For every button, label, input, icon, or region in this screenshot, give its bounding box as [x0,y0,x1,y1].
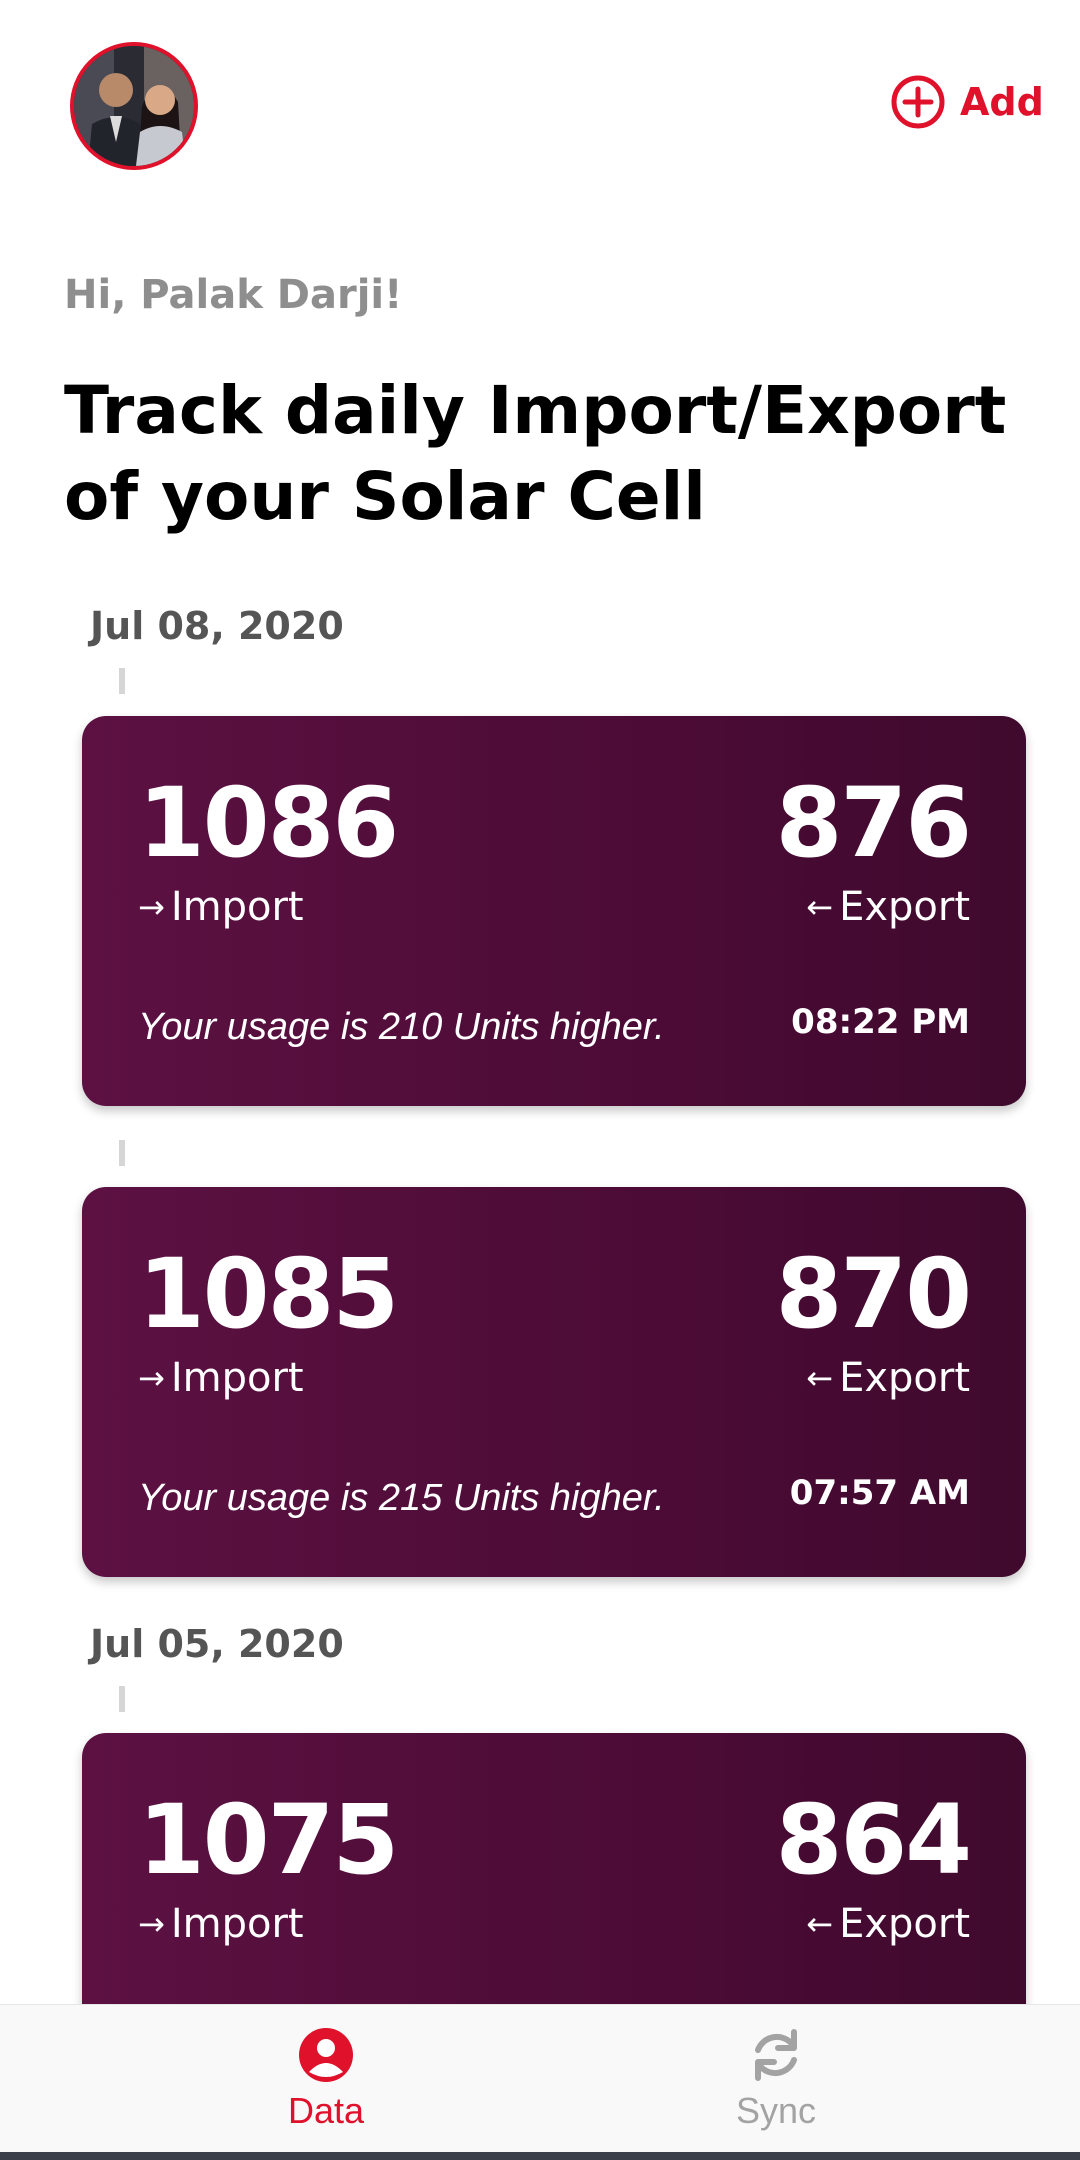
nav-item-label: Data [287,2090,365,2131]
import-caption: → Import [138,1901,304,1947]
import-value: 1075 [138,1784,399,1896]
reading-card[interactable]: 1085 870 → Import ← Export Your usage is… [82,1187,1026,1577]
bottom-navigation: Data Sync [0,2004,1080,2153]
arrow-left-icon: ← [806,888,834,926]
avatar-photo [74,46,194,166]
page-title: Track daily Import/Export of your Solar … [64,372,1007,535]
reading-time: 08:22 PM [791,1002,970,1042]
timeline-connector [119,1140,125,1166]
usage-text: Your usage is 210 Units higher. [138,1006,665,1048]
reading-card[interactable]: 1075 864 → Import ← Export [82,1733,1026,2033]
export-value: 870 [775,1238,972,1350]
avatar[interactable] [70,42,198,170]
plus-circle-icon [891,75,945,129]
export-caption: ← Export [806,884,970,930]
nav-item-sync[interactable]: Sync [506,2005,1046,2153]
export-value: 864 [775,1784,972,1896]
user-circle-icon [299,2028,353,2082]
import-caption: → Import [138,1355,304,1401]
import-value: 1086 [138,767,399,879]
import-label: Import [170,884,304,930]
import-label: Import [170,1355,304,1401]
export-value: 876 [775,767,972,879]
export-label: Export [839,884,970,930]
arrow-right-icon: → [138,1359,165,1397]
export-label: Export [839,1901,970,1947]
add-button[interactable]: Add [890,70,1044,134]
greeting: Hi, Palak Darji! [64,272,403,318]
import-label: Import [170,1901,304,1947]
system-nav-bar [0,2152,1080,2160]
date-header: Jul 08, 2020 [90,604,344,648]
timeline-connector [119,1686,125,1712]
arrow-left-icon: ← [806,1905,834,1943]
add-button-label: Add [960,80,1044,124]
export-caption: ← Export [806,1355,970,1401]
export-label: Export [839,1355,970,1401]
reading-time: 07:57 AM [789,1473,970,1513]
export-caption: ← Export [806,1901,970,1947]
arrow-right-icon: → [138,1905,165,1943]
sync-icon [755,2029,797,2081]
import-caption: → Import [138,884,304,930]
arrow-right-icon: → [138,888,165,926]
nav-item-label: Sync [735,2090,817,2131]
timeline-connector [119,668,125,694]
import-value: 1085 [138,1238,399,1350]
usage-text: Your usage is 215 Units higher. [138,1477,665,1519]
date-header: Jul 05, 2020 [90,1622,344,1666]
arrow-left-icon: ← [806,1359,834,1397]
reading-card[interactable]: 1086 876 → Import ← Export Your usage is… [82,716,1026,1106]
